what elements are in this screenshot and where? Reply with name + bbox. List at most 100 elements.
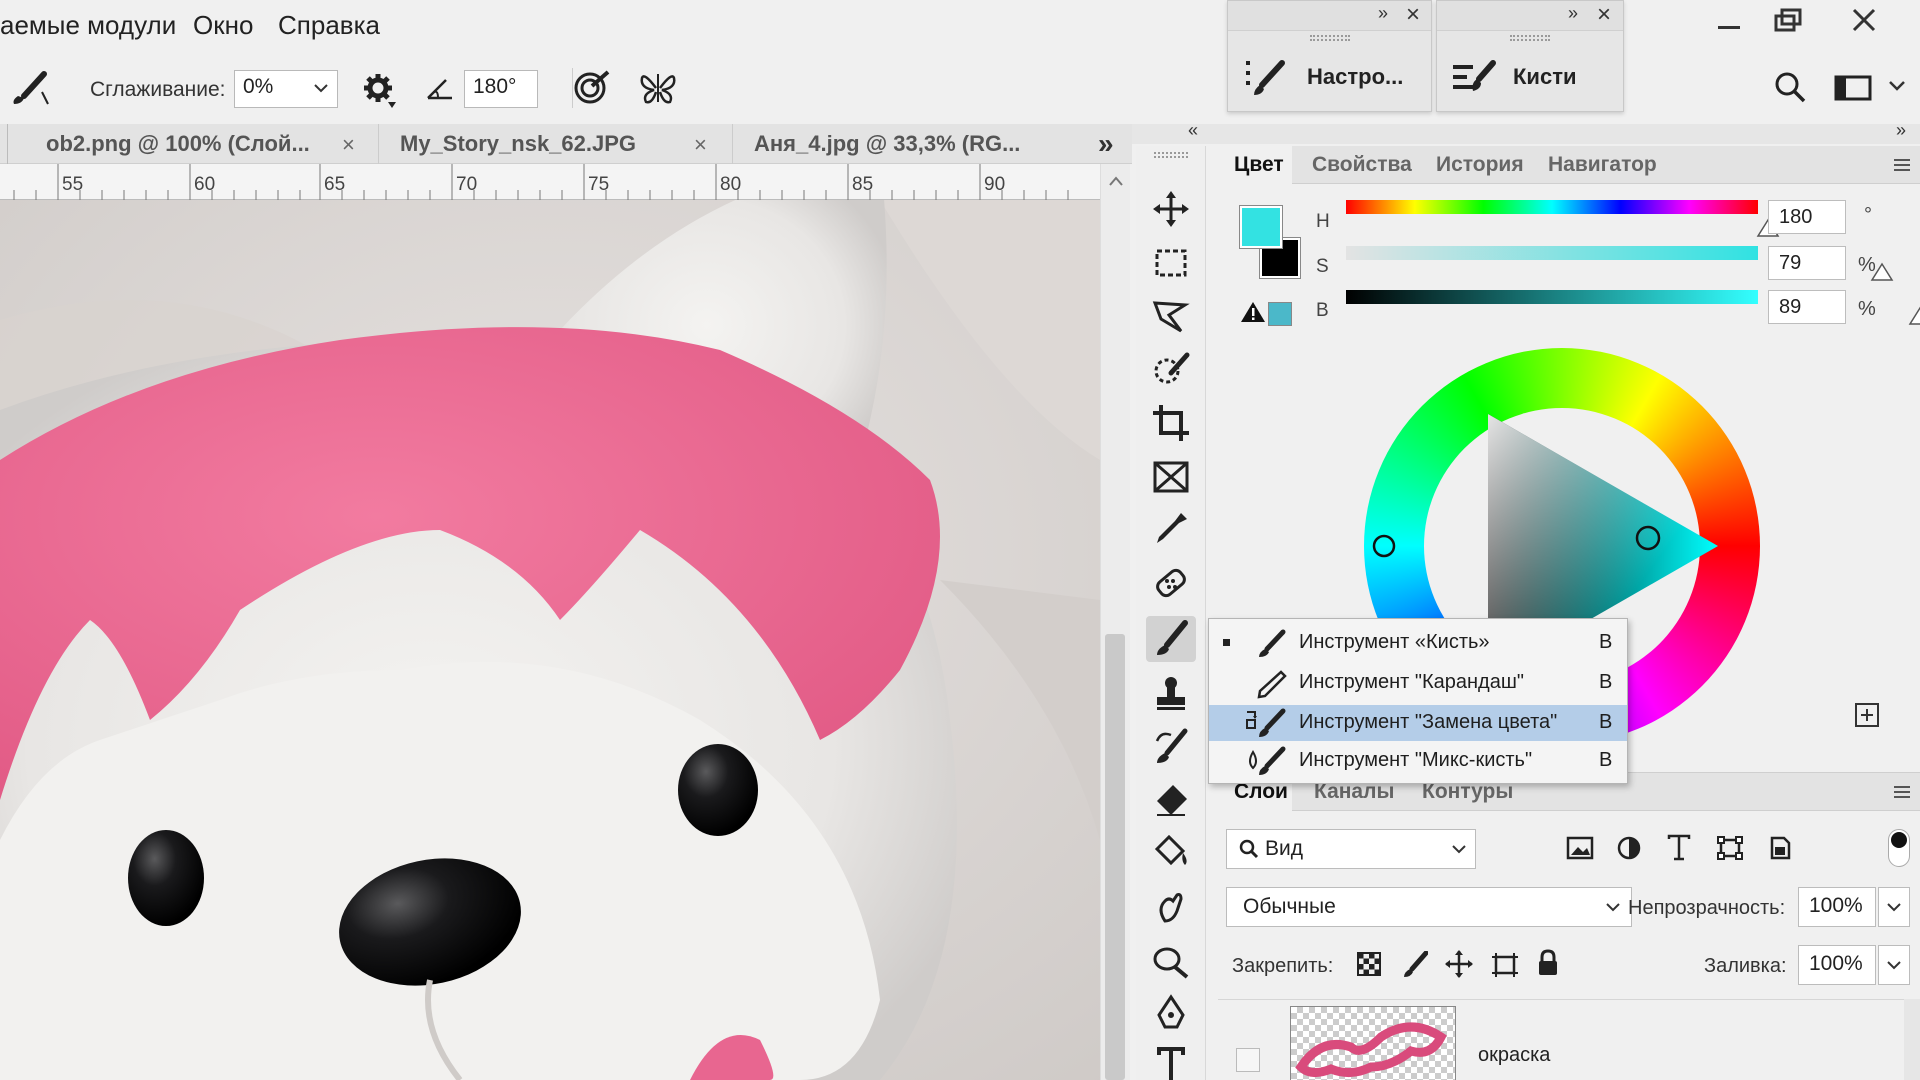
adjustment-layer-filter-icon[interactable]: [1616, 835, 1642, 861]
angle-input[interactable]: 180°: [464, 70, 538, 108]
lock-artboard-icon[interactable]: [1490, 951, 1520, 979]
brushes-label[interactable]: Кисти: [1513, 64, 1577, 90]
ruler-tick: 80: [720, 174, 742, 195]
pixel-layer-filter-icon[interactable]: [1566, 835, 1594, 861]
saturation-value-input[interactable]: 79: [1768, 246, 1846, 280]
collapse-icon[interactable]: »: [1568, 3, 1578, 24]
eraser-tool-icon[interactable]: [1146, 776, 1196, 822]
close-icon[interactable]: ×: [1406, 1, 1420, 29]
lasso-tool-icon[interactable]: [1146, 294, 1196, 340]
foreground-color-swatch[interactable]: [1239, 205, 1283, 249]
menu-item-plugins[interactable]: аемые модули: [0, 10, 176, 41]
paint-bucket-tool-icon[interactable]: [1146, 830, 1196, 876]
frame-tool-icon[interactable]: [1146, 454, 1196, 500]
brushes-icon[interactable]: [1451, 59, 1497, 95]
panel-menu-icon[interactable]: [1892, 158, 1912, 172]
close-icon[interactable]: ×: [694, 132, 707, 158]
warning-icon[interactable]: [1240, 300, 1266, 324]
smoothing-value: 0%: [243, 75, 274, 98]
close-window-button[interactable]: [1836, 4, 1892, 38]
tab-anya[interactable]: Аня_4.jpg @ 33,3% (RG...: [754, 124, 1020, 164]
symmetry-icon[interactable]: [638, 68, 678, 108]
collapse-icon[interactable]: »: [1378, 3, 1388, 24]
menu-item-help[interactable]: Справка: [278, 10, 380, 41]
healing-brush-tool-icon[interactable]: [1146, 560, 1196, 606]
collapse-right-icon[interactable]: »: [1896, 120, 1906, 141]
flyout-item-brush[interactable]: Инструмент «Кисть» B: [1209, 625, 1627, 661]
collapse-left-icon[interactable]: «: [1188, 120, 1198, 141]
close-icon[interactable]: ×: [1597, 1, 1611, 29]
tab-history[interactable]: История: [1436, 153, 1524, 177]
brightness-slider-thumb[interactable]: [1908, 306, 1920, 326]
opacity-input[interactable]: 100%: [1798, 887, 1876, 927]
brush-settings-icon[interactable]: [1244, 57, 1290, 97]
pressure-opacity-icon[interactable]: [572, 68, 612, 108]
tool-preset-icon[interactable]: [8, 70, 52, 106]
layer-filter-select[interactable]: Вид: [1226, 829, 1476, 869]
layer-row[interactable]: окраска: [1218, 999, 1920, 1080]
minimize-button[interactable]: [1700, 4, 1756, 38]
brush-tool-icon[interactable]: [1146, 616, 1196, 662]
gear-icon[interactable]: [360, 70, 396, 110]
smoothing-input[interactable]: 0%: [234, 70, 338, 108]
smudge-tool-icon[interactable]: [1146, 884, 1196, 930]
brush-settings-label[interactable]: Настро...: [1307, 64, 1403, 90]
hue-slider[interactable]: [1346, 200, 1758, 214]
eyedropper-tool-icon[interactable]: [1146, 506, 1196, 552]
add-icon[interactable]: [1854, 702, 1880, 728]
document-canvas[interactable]: [0, 200, 1100, 1080]
crop-tool-icon[interactable]: [1146, 400, 1196, 446]
saturation-unit: %: [1858, 254, 1876, 276]
type-tool-icon[interactable]: [1146, 1038, 1196, 1080]
hue-value-input[interactable]: 180: [1768, 200, 1846, 234]
tab-my-story[interactable]: My_Story_nsk_62.JPG: [400, 124, 636, 164]
scroll-up-icon[interactable]: [1109, 176, 1123, 186]
filter-toggle[interactable]: [1888, 829, 1910, 867]
layer-visibility-toggle[interactable]: [1236, 1048, 1260, 1072]
clone-stamp-tool-icon[interactable]: [1146, 670, 1196, 716]
tab-navigator[interactable]: Навигатор: [1548, 153, 1657, 177]
history-brush-tool-icon[interactable]: [1146, 724, 1196, 770]
lock-all-icon[interactable]: [1536, 949, 1560, 977]
gamut-color-swatch[interactable]: [1268, 302, 1292, 326]
fill-dropdown[interactable]: [1878, 945, 1910, 985]
lock-transparency-icon[interactable]: [1356, 951, 1382, 977]
dodge-tool-icon[interactable]: [1146, 938, 1196, 984]
tab-ob2[interactable]: ob2.png @ 100% (Слой...: [46, 124, 310, 164]
move-tool-icon[interactable]: [1146, 186, 1196, 232]
brightness-unit: %: [1858, 298, 1876, 320]
tab-properties[interactable]: Свойства: [1312, 153, 1412, 177]
close-icon[interactable]: ×: [342, 132, 355, 158]
vertical-scrollbar[interactable]: [1100, 164, 1130, 1080]
opacity-dropdown[interactable]: [1878, 887, 1910, 927]
lock-pixels-icon[interactable]: [1400, 951, 1428, 979]
marquee-tool-icon[interactable]: [1146, 240, 1196, 286]
hue-label: H: [1316, 211, 1330, 232]
flyout-item-color-replacement[interactable]: Инструмент "Замена цвета" B: [1209, 705, 1627, 741]
more-tabs-icon[interactable]: »: [1098, 128, 1114, 160]
layers-scrollbar[interactable]: [1904, 999, 1920, 1080]
chevron-down-icon[interactable]: [1888, 80, 1906, 92]
brightness-value-input[interactable]: 89: [1768, 290, 1846, 324]
fill-input[interactable]: 100%: [1798, 945, 1876, 985]
flyout-item-pencil[interactable]: Инструмент "Карандаш" B: [1209, 665, 1627, 701]
layer-name[interactable]: окраска: [1478, 1044, 1550, 1067]
flyout-item-mixer-brush[interactable]: Инструмент "Микс-кисть" B: [1209, 743, 1627, 779]
blend-mode-select[interactable]: Обычные: [1226, 887, 1632, 927]
chevron-down-icon[interactable]: [313, 83, 329, 95]
search-icon[interactable]: [1773, 70, 1807, 104]
quick-selection-tool-icon[interactable]: [1146, 346, 1196, 392]
workspace-icon[interactable]: [1834, 74, 1874, 102]
restore-button[interactable]: [1760, 4, 1816, 38]
scroll-thumb[interactable]: [1105, 634, 1125, 1080]
menu-item-window[interactable]: Окно: [193, 10, 253, 41]
panel-menu-icon[interactable]: [1892, 785, 1912, 799]
saturation-slider[interactable]: [1346, 246, 1758, 260]
lock-position-icon[interactable]: [1444, 949, 1474, 979]
type-layer-filter-icon[interactable]: [1666, 833, 1692, 861]
smart-object-filter-icon[interactable]: [1766, 835, 1792, 861]
brightness-slider[interactable]: [1346, 290, 1758, 304]
shape-layer-filter-icon[interactable]: [1716, 835, 1744, 861]
pen-tool-icon[interactable]: [1146, 990, 1196, 1036]
tab-color[interactable]: Цвет: [1234, 153, 1284, 177]
